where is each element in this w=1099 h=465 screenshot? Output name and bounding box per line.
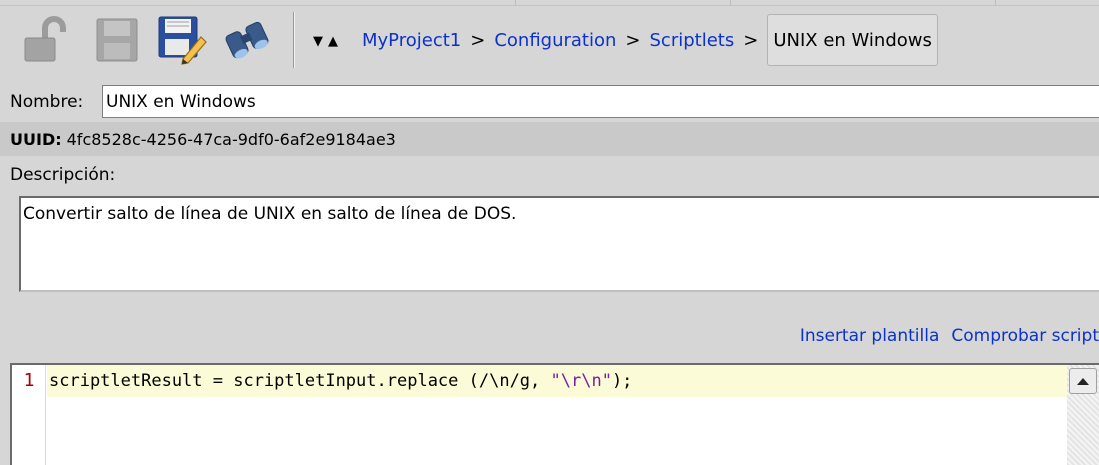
uuid-row: UUID: 4fc8528c-4256-47ca-9df0-6af2e9184a… bbox=[0, 122, 1099, 156]
script-editor[interactable]: 1 scriptletResult = scriptletInput.repla… bbox=[10, 363, 1099, 465]
breadcrumb-separator: > bbox=[625, 29, 641, 51]
breadcrumb-separator: > bbox=[743, 29, 759, 51]
save-edit-icon bbox=[158, 16, 207, 65]
unlock-button[interactable] bbox=[20, 14, 70, 66]
name-field[interactable] bbox=[102, 85, 1099, 118]
check-script-link[interactable]: Comprobar script bbox=[951, 326, 1099, 354]
save-as-button[interactable] bbox=[157, 14, 207, 66]
name-label: Nombre: bbox=[10, 91, 84, 112]
uuid-value: 4fc8528c-4256-47ca-9df0-6af2e9184ae3 bbox=[66, 129, 396, 149]
unlock-icon bbox=[24, 16, 66, 62]
history-nav: ▼ ▲ bbox=[313, 30, 338, 52]
nav-up-arrow-icon[interactable]: ▲ bbox=[328, 34, 338, 49]
editor-scrollbar[interactable] bbox=[1067, 365, 1099, 465]
code-string-literal: "\r\n" bbox=[550, 371, 612, 391]
code-text-end: ); bbox=[611, 371, 633, 391]
nav-down-arrow-icon[interactable]: ▼ bbox=[313, 34, 323, 49]
description-label: Descripción: bbox=[10, 165, 116, 185]
editor-links: Insertar plantilla Comprobar script bbox=[800, 326, 1099, 354]
line-number-gutter: 1 bbox=[12, 365, 46, 465]
breadcrumb-separator: > bbox=[470, 29, 486, 51]
toolbar-separator bbox=[293, 12, 294, 68]
breadcrumb-item-scriptlets[interactable]: Scriptlets bbox=[650, 30, 735, 51]
breadcrumb: MyProject1 > Configuration > Scriptlets … bbox=[362, 14, 938, 66]
uuid-label: UUID: bbox=[10, 129, 62, 149]
toolbar-top-border bbox=[0, 0, 1099, 6]
breadcrumb-item-myproject[interactable]: MyProject1 bbox=[362, 30, 461, 51]
binoculars-icon bbox=[225, 21, 269, 59]
line-number: 1 bbox=[23, 370, 35, 391]
scroll-up-arrow-icon bbox=[1077, 378, 1089, 385]
breadcrumb-current: UNIX en Windows bbox=[767, 14, 938, 66]
toolbar: ▼ ▲ MyProject1 > Configuration > Scriptl… bbox=[0, 0, 1099, 83]
find-button[interactable] bbox=[222, 14, 272, 66]
save-button[interactable] bbox=[92, 14, 142, 66]
insert-template-link[interactable]: Insertar plantilla bbox=[800, 326, 940, 354]
breadcrumb-item-configuration[interactable]: Configuration bbox=[494, 30, 616, 51]
code-line[interactable]: scriptletResult = scriptletInput.replace… bbox=[47, 365, 1067, 397]
code-text: scriptletResult = scriptletInput.replace… bbox=[49, 371, 551, 391]
description-field[interactable]: Convertir salto de línea de UNIX en salt… bbox=[19, 196, 1099, 292]
scroll-up-button[interactable] bbox=[1069, 368, 1097, 394]
save-disabled-icon bbox=[96, 18, 138, 62]
